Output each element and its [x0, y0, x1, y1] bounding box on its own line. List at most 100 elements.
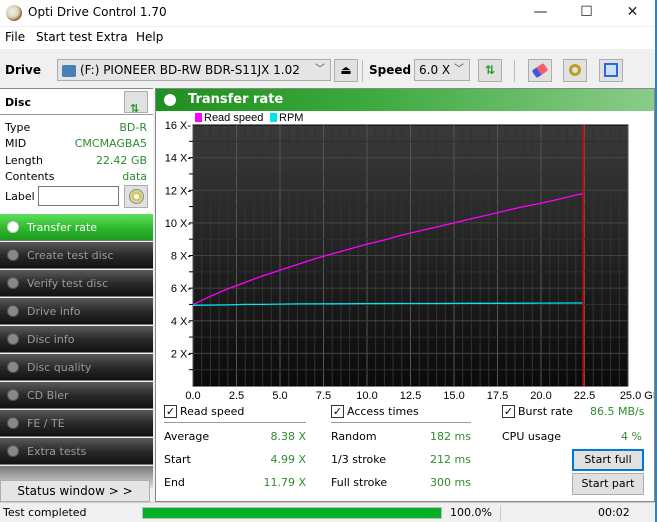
toolbar-separator: [362, 60, 363, 82]
access-times-label: Access times: [347, 405, 419, 418]
speed-select-value: 6.0 X: [419, 63, 451, 77]
start-full-button[interactable]: Start full: [572, 449, 644, 471]
status-window-button[interactable]: Status window > >: [0, 480, 150, 502]
stat-value: 4 %: [621, 430, 642, 443]
disc-label-button[interactable]: [124, 185, 148, 208]
y-tick-label: 16 X-: [165, 120, 192, 132]
create-disc-icon: [7, 249, 19, 261]
progress-fill: [143, 508, 441, 518]
save-icon: [604, 63, 618, 77]
erase-button[interactable]: [528, 59, 552, 82]
disc-refresh-button[interactable]: ⇅: [124, 91, 148, 115]
disc-value: 22.42 GB: [95, 154, 147, 167]
minimize-button[interactable]: —: [518, 0, 563, 26]
y-tick-label: 12 X-: [165, 185, 192, 197]
toolbar-separator: [514, 60, 515, 82]
status-text: Test completed: [3, 506, 87, 519]
disc-row-type: Type BD-R: [5, 121, 147, 137]
stat-start: Start 4.99 X: [164, 453, 306, 466]
maximize-button[interactable]: ☐: [564, 0, 609, 26]
stat-value: 4.99 X: [270, 453, 306, 466]
nav-label: Create test disc: [27, 249, 114, 262]
disc-key: Length: [5, 154, 43, 167]
config-button[interactable]: [563, 59, 587, 82]
access-times-checkbox[interactable]: ✓: [331, 405, 344, 418]
menu-file[interactable]: File: [5, 30, 25, 44]
burst-rate-checkbox[interactable]: ✓: [502, 405, 515, 418]
refresh-button[interactable]: ⇅: [478, 59, 502, 82]
verify-disc-icon: [7, 277, 19, 289]
chevron-down-icon: ﹀: [315, 64, 325, 75]
close-button[interactable]: ✕: [610, 0, 655, 26]
speed-label: Speed: [369, 63, 412, 77]
drive-select[interactable]: (F:) PIONEER BD-RW BDR-S11JX 1.02 ﹀: [57, 59, 331, 81]
disc-label-input[interactable]: [38, 186, 119, 206]
disc-quality-icon: [7, 361, 19, 373]
transfer-rate-icon: [164, 94, 176, 106]
divider: [331, 422, 471, 423]
disc-key: Contents: [5, 170, 55, 183]
disc-info-icon: [7, 333, 19, 345]
legend-swatch: [195, 113, 202, 122]
progress-bar: [142, 507, 442, 519]
disc-header: Disc ⇅: [0, 88, 153, 115]
menu-help[interactable]: Help: [136, 30, 163, 44]
eject-button[interactable]: ⏏: [334, 59, 358, 82]
nav-label: Verify test disc: [27, 277, 109, 290]
stat-one-third-stroke: 1/3 stroke 212 ms: [331, 453, 471, 466]
eraser-icon: [531, 62, 549, 79]
left-panel: Disc ⇅ Type BD-R MID CMCMAGBA5 Length 22.42…: [0, 88, 153, 502]
save-button[interactable]: [599, 59, 623, 82]
toolbar: Drive (F:) PIONEER BD-RW BDR-S11JX 1.02 …: [0, 52, 657, 88]
stat-end: End 11.79 X: [164, 476, 306, 489]
stat-key: Random: [331, 430, 377, 443]
nav-disc-info[interactable]: Disc info: [0, 326, 153, 353]
nav-transfer-rate[interactable]: Transfer rate: [0, 214, 153, 241]
stat-value: 11.79 X: [263, 476, 306, 489]
stat-average: Average 8.38 X: [164, 430, 306, 443]
nav-label: FE / TE: [27, 417, 65, 430]
burst-rate-label: Burst rate: [518, 405, 573, 418]
nav-verify-test-disc[interactable]: Verify test disc: [0, 270, 153, 297]
stat-key: CPU usage: [502, 430, 562, 443]
nav-label: Drive info: [27, 305, 81, 318]
window-title: Opti Drive Control 1.70: [28, 5, 167, 19]
disc-key: MID: [5, 137, 27, 150]
drive-icon: [62, 64, 76, 77]
menu-start-test[interactable]: Start test: [36, 30, 92, 44]
eject-icon: ⏏: [340, 63, 352, 77]
y-tick-label: 6 X-: [171, 283, 192, 295]
stat-value: 182 ms: [430, 430, 471, 443]
y-tick-label: 4 X-: [171, 316, 192, 328]
nav-disc-quality[interactable]: Disc quality: [0, 354, 153, 381]
stat-value: 300 ms: [430, 476, 471, 489]
disc-value: data: [122, 170, 147, 183]
legend-swatch: [270, 113, 277, 122]
chevron-down-icon: ﹀: [454, 64, 464, 75]
y-tick-label: 8 X-: [171, 251, 192, 263]
start-part-button[interactable]: Start part: [572, 473, 644, 495]
speed-select[interactable]: 6.0 X ﹀: [414, 59, 470, 81]
menu-bar: File Start test Extra Help: [0, 27, 657, 49]
legend-label: RPM: [279, 112, 303, 124]
stat-key: End: [164, 476, 185, 489]
title-bar: Opti Drive Control 1.70 — ☐ ✕: [0, 0, 657, 26]
nav-extra-tests[interactable]: Extra tests: [0, 438, 153, 465]
fe-te-icon: [7, 417, 19, 429]
nav-drive-info[interactable]: Drive info: [0, 298, 153, 325]
nav-create-test-disc[interactable]: Create test disc: [0, 242, 153, 269]
app-icon: [6, 5, 22, 21]
stat-full-stroke: Full stroke 300 ms: [331, 476, 471, 489]
disc-value: CMCMAGBA5: [74, 137, 147, 150]
disc-key: Type: [5, 121, 31, 134]
nav-label: Extra tests: [27, 445, 87, 458]
nav-cd-bler[interactable]: CD Bler: [0, 382, 153, 409]
stat-cpu-usage: CPU usage 4 %: [502, 430, 642, 443]
disc-icon: [128, 189, 144, 204]
status-separator: [500, 505, 501, 521]
menu-extra[interactable]: Extra: [96, 30, 128, 44]
read-speed-checkbox[interactable]: ✓: [164, 405, 177, 418]
disc-row-length: Length 22.42 GB: [5, 154, 147, 170]
nav-fe-te[interactable]: FE / TE: [0, 410, 153, 437]
elapsed-time: 00:02: [598, 506, 630, 519]
